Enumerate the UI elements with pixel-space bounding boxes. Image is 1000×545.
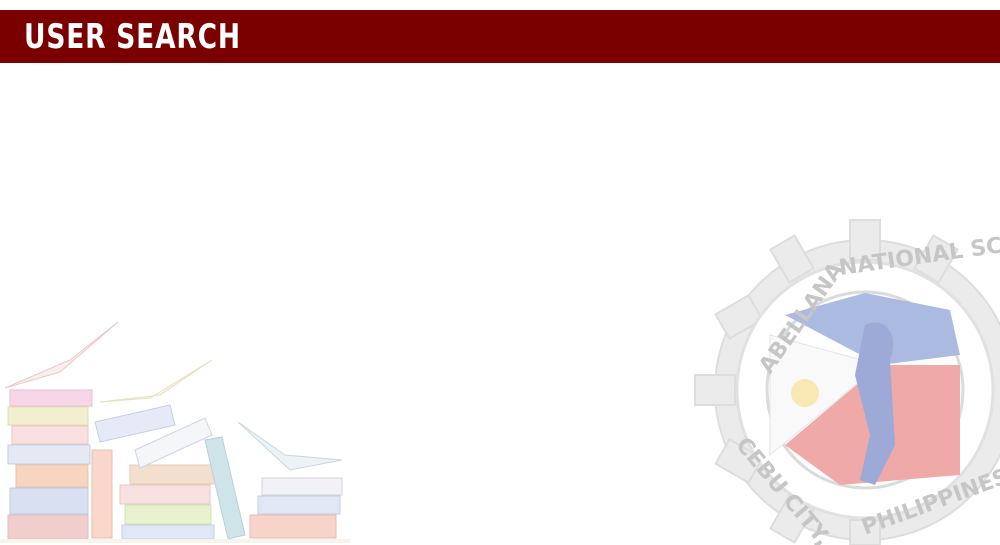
gear-seal-icon: ABELLANA NATIONAL SC CEBU CITY, PHILIPPI… [694, 219, 1000, 545]
school-seal-watermark: ABELLANA NATIONAL SC CEBU CITY, PHILIPPI… [690, 215, 1000, 545]
stack-of-books-icon [0, 321, 350, 543]
page-title: USER SEARCH [24, 17, 241, 57]
header-bar: USER SEARCH [0, 10, 1000, 63]
books-watermark [0, 310, 360, 545]
